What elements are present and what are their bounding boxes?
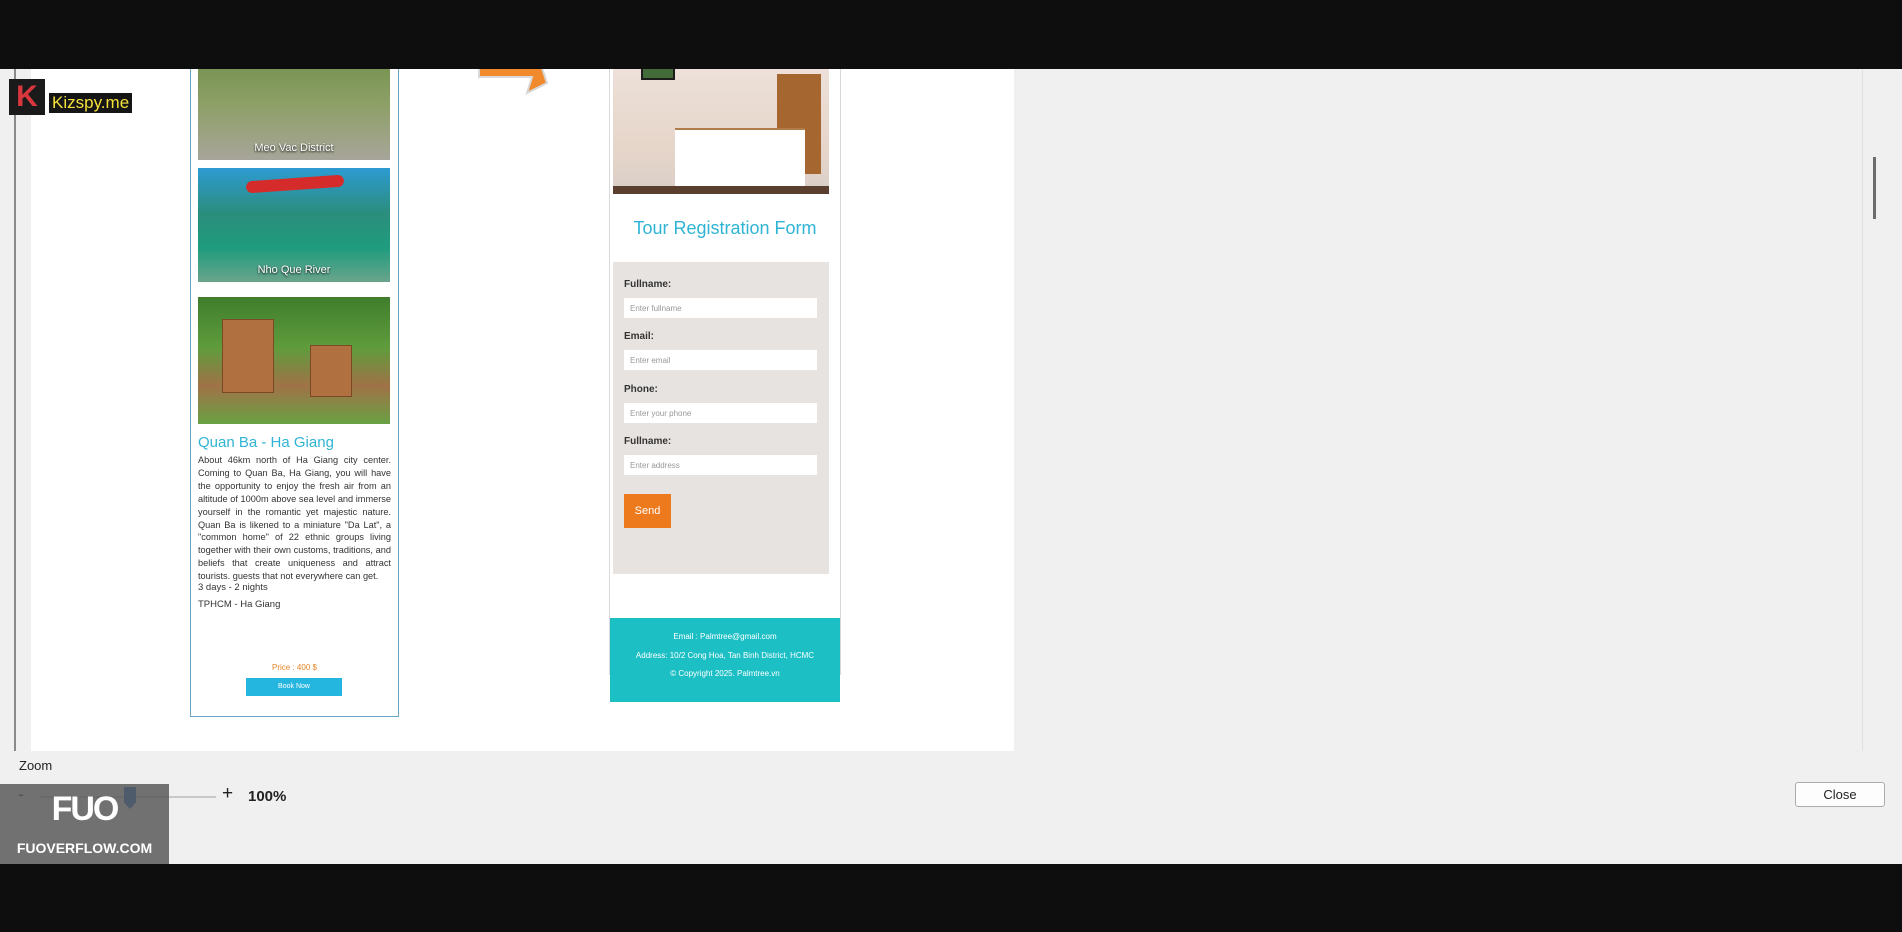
logo-text: Kizspy.me: [49, 93, 133, 113]
watermark-text: FUOVERFLOW.COM: [16, 840, 153, 856]
fullname-label: Fullname:: [624, 279, 672, 290]
tour-duration: 3 days - 2 nights: [198, 582, 268, 593]
nho-que-image: Nho Que River: [198, 168, 390, 282]
registration-form: Fullname: Email: Phone: Fullname: Send: [613, 262, 829, 574]
phone-input[interactable]: [624, 403, 817, 423]
address-input[interactable]: [624, 455, 817, 475]
email-label: Email:: [624, 331, 655, 342]
zoom-label: Zoom: [19, 758, 53, 773]
house-graphic: [222, 319, 274, 393]
tour-title: Quan Ba - Ha Giang: [198, 434, 334, 451]
send-button[interactable]: Send: [624, 494, 671, 528]
zoom-in-button[interactable]: +: [222, 783, 233, 805]
form-footer: Email : Palmtree@gmail.com Address: 10/2…: [610, 618, 840, 702]
tour-card: Meo Vac District Nho Que River Quan Ba -…: [190, 69, 399, 717]
house-graphic: [310, 345, 352, 397]
room-image: [613, 69, 829, 194]
airplane-graphic: [245, 174, 345, 194]
book-now-button[interactable]: Book Now: [246, 678, 342, 696]
meo-vac-image: Meo Vac District: [198, 69, 390, 160]
tour-route: TPHCM - Ha Giang: [198, 599, 281, 610]
bottom-letterbox: [0, 864, 1902, 932]
scrollbar-thumb[interactable]: [1873, 157, 1876, 219]
floor-graphic: [613, 186, 829, 194]
vertical-scrollbar[interactable]: [1862, 69, 1885, 751]
left-border: [14, 69, 16, 751]
footer-copyright: © Copyright 2025. Palmtree.vn: [670, 669, 780, 678]
fuoverflow-watermark: FUO FUOVERFLOW.COM: [0, 784, 169, 864]
tour-description: About 46km north of Ha Giang city center…: [198, 455, 391, 582]
email-input[interactable]: [624, 350, 817, 370]
picture-frame-graphic: [641, 69, 675, 80]
footer-address: Address: 10/2 Cong Hoa, Tan Binh Distric…: [635, 651, 815, 660]
zoom-value: 100%: [248, 788, 287, 805]
form-title: Tour Registration Form: [633, 218, 817, 238]
phone-label: Phone:: [624, 384, 658, 395]
top-letterbox: [0, 0, 1902, 69]
image-caption: Meo Vac District: [254, 142, 334, 154]
fullname-input[interactable]: [624, 298, 817, 318]
image-caption: Nho Que River: [257, 264, 331, 276]
preview-page: Meo Vac District Nho Que River Quan Ba -…: [31, 69, 1014, 751]
tour-price: Price : 400 $: [272, 663, 317, 672]
print-preview-window: Meo Vac District Nho Que River Quan Ba -…: [0, 69, 1902, 864]
watermark-logo: FUO: [51, 790, 120, 828]
bed-graphic: [675, 130, 805, 194]
quan-ba-image: [198, 297, 390, 424]
logo-letter: K: [9, 79, 45, 115]
address-label: Fullname:: [624, 436, 672, 447]
footer-email: Email : Palmtree@gmail.com: [673, 632, 777, 641]
arrow-icon: [478, 69, 549, 95]
close-button[interactable]: Close: [1795, 782, 1885, 807]
registration-panel: Tour Registration Form Fullname: Email: …: [609, 69, 841, 702]
